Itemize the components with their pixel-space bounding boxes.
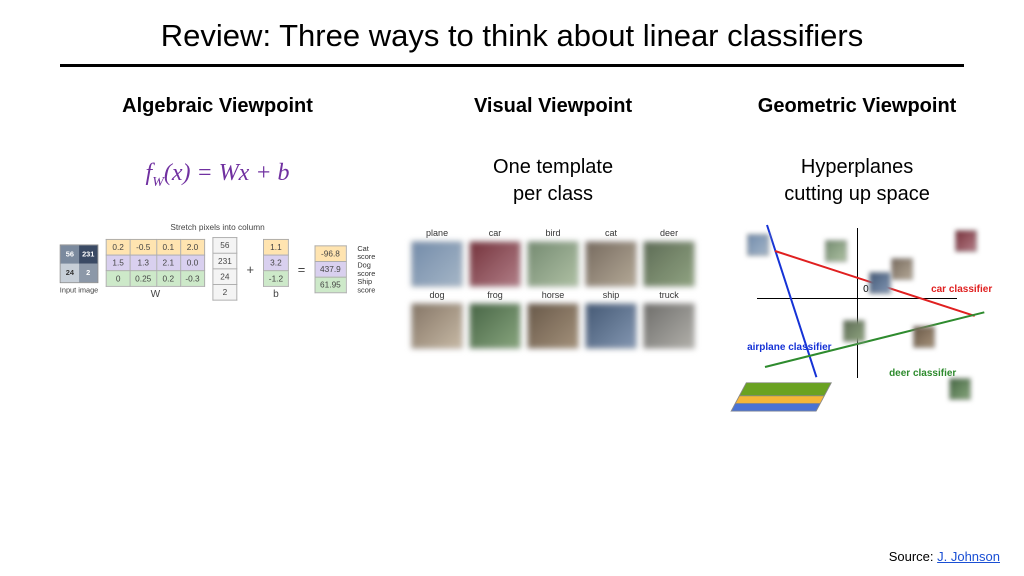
geo-thumb bbox=[747, 234, 769, 256]
b-cell: 1.1 bbox=[264, 239, 288, 255]
algebraic-heading: Algebraic Viewpoint bbox=[122, 95, 313, 118]
formula-subscript: W bbox=[152, 175, 164, 190]
geometric-diagram: 0 airplane classifier car classifier dee… bbox=[717, 228, 997, 438]
W-label: W bbox=[106, 288, 205, 299]
stretch-label: Stretch pixels into column bbox=[170, 222, 264, 231]
geometric-sub: Hyperplanescutting up space bbox=[784, 154, 930, 208]
template-label: dog bbox=[411, 290, 463, 300]
W-cell: -0.3 bbox=[180, 270, 204, 286]
b-block: 1.1 3.2 -1.2 b bbox=[263, 238, 288, 299]
score-cell: -96.8 bbox=[315, 245, 346, 261]
b-cell: -1.2 bbox=[264, 270, 288, 286]
airplane-label: airplane classifier bbox=[747, 342, 832, 353]
W-matrix: 0.2-0.50.12.0 1.51.32.10.0 00.250.2-0.3 bbox=[106, 238, 205, 286]
stack-plane bbox=[739, 382, 832, 396]
template-label: frog bbox=[469, 290, 521, 300]
y-axis bbox=[857, 228, 858, 378]
template-label: plane bbox=[411, 228, 463, 238]
algebraic-diagram: Stretch pixels into column 56 231 24 2 I… bbox=[60, 222, 376, 300]
equals-operator: = bbox=[296, 261, 307, 276]
source-link[interactable]: J. Johnson bbox=[937, 549, 1000, 564]
b-cell: 3.2 bbox=[264, 254, 288, 270]
W-cell: 0 bbox=[106, 270, 130, 286]
template-label: bird bbox=[527, 228, 579, 238]
score-labels: Cat score Dog score Ship score bbox=[354, 244, 376, 294]
input-image-block: 56 231 24 2 Input image bbox=[60, 244, 99, 294]
template-label: truck bbox=[643, 290, 695, 300]
x-cell: 56 bbox=[213, 237, 237, 253]
content-columns: Algebraic Viewpoint fW(x) = Wx + b Stret… bbox=[0, 95, 1024, 438]
template-thumb bbox=[411, 241, 463, 287]
template-thumb bbox=[411, 303, 463, 349]
score-label: Ship score bbox=[354, 277, 376, 294]
input-image: 56 231 24 2 bbox=[60, 244, 99, 283]
slide-title: Review: Three ways to think about linear… bbox=[0, 0, 1024, 64]
W-cell: 2.1 bbox=[156, 254, 180, 270]
b-label: b bbox=[263, 288, 288, 299]
W-cell: 0.0 bbox=[180, 254, 204, 270]
b-vector: 1.1 3.2 -1.2 bbox=[263, 238, 288, 286]
score-vector: -96.8 437.9 61.95 bbox=[315, 245, 347, 293]
score-cell: 61.95 bbox=[315, 276, 346, 292]
template-label: deer bbox=[643, 228, 695, 238]
score-label: Cat score bbox=[354, 244, 376, 261]
x-cell: 2 bbox=[213, 284, 237, 300]
score-label: Dog score bbox=[354, 260, 376, 277]
score-cell: 437.9 bbox=[315, 261, 346, 277]
geo-thumb bbox=[913, 326, 935, 348]
template-thumb bbox=[527, 241, 579, 287]
pixel: 24 bbox=[61, 263, 79, 281]
pixel: 231 bbox=[79, 245, 97, 263]
template-grid: plane carbirdcatdeer dogfrog horse ship truck bbox=[411, 228, 695, 349]
geo-thumb bbox=[869, 272, 891, 294]
W-cell: 0.2 bbox=[156, 270, 180, 286]
pixel: 56 bbox=[61, 245, 79, 263]
source-prefix: Source: bbox=[889, 549, 937, 564]
W-cell: -0.5 bbox=[130, 239, 156, 255]
template-label: car bbox=[469, 228, 521, 238]
W-cell: 0.25 bbox=[130, 270, 156, 286]
template-thumb bbox=[585, 303, 637, 349]
algebraic-formula: fW(x) = Wx + b bbox=[146, 160, 290, 191]
template-label: horse bbox=[527, 290, 579, 300]
geo-thumb bbox=[891, 258, 913, 280]
title-underline bbox=[60, 64, 964, 67]
geometric-heading: Geometric Viewpoint bbox=[758, 95, 957, 118]
col-geometric: Geometric Viewpoint Hyperplanescutting u… bbox=[717, 95, 997, 438]
col-visual: Visual Viewpoint One templateper class p… bbox=[411, 95, 695, 438]
W-cell: 0.2 bbox=[106, 239, 130, 255]
source-credit: Source: J. Johnson bbox=[889, 549, 1000, 564]
plus-operator: + bbox=[245, 261, 256, 276]
W-cell: 2.0 bbox=[180, 239, 204, 255]
geo-thumb bbox=[955, 230, 977, 252]
template-label: ship bbox=[585, 290, 637, 300]
W-cell: 0.1 bbox=[156, 239, 180, 255]
W-cell: 1.3 bbox=[130, 254, 156, 270]
car-label: car classifier bbox=[931, 284, 992, 295]
visual-sub: One templateper class bbox=[493, 154, 613, 208]
origin-label: 0 bbox=[863, 284, 869, 295]
template-label: cat bbox=[585, 228, 637, 238]
W-block: 0.2-0.50.12.0 1.51.32.10.0 00.250.2-0.3 … bbox=[106, 238, 205, 299]
geo-thumb bbox=[843, 320, 865, 342]
template-thumb bbox=[585, 241, 637, 287]
template-thumb bbox=[527, 303, 579, 349]
x-cell: 231 bbox=[213, 253, 237, 269]
visual-heading: Visual Viewpoint bbox=[474, 95, 632, 118]
deer-label: deer classifier bbox=[889, 368, 956, 379]
W-cell: 1.5 bbox=[106, 254, 130, 270]
input-image-label: Input image bbox=[60, 285, 99, 293]
pixel: 2 bbox=[79, 263, 97, 281]
template-thumb bbox=[469, 241, 521, 287]
geo-thumb bbox=[825, 240, 847, 262]
template-thumb bbox=[643, 303, 695, 349]
col-algebraic: Algebraic Viewpoint fW(x) = Wx + b Stret… bbox=[46, 95, 389, 438]
hyperplane-stack bbox=[724, 382, 832, 423]
template-thumb bbox=[469, 303, 521, 349]
geo-thumb bbox=[949, 378, 971, 400]
x-cell: 24 bbox=[213, 269, 237, 285]
template-thumb bbox=[643, 241, 695, 287]
x-vector: 56 231 24 2 bbox=[212, 237, 237, 300]
formula-rest: (x) = Wx + b bbox=[164, 160, 290, 186]
